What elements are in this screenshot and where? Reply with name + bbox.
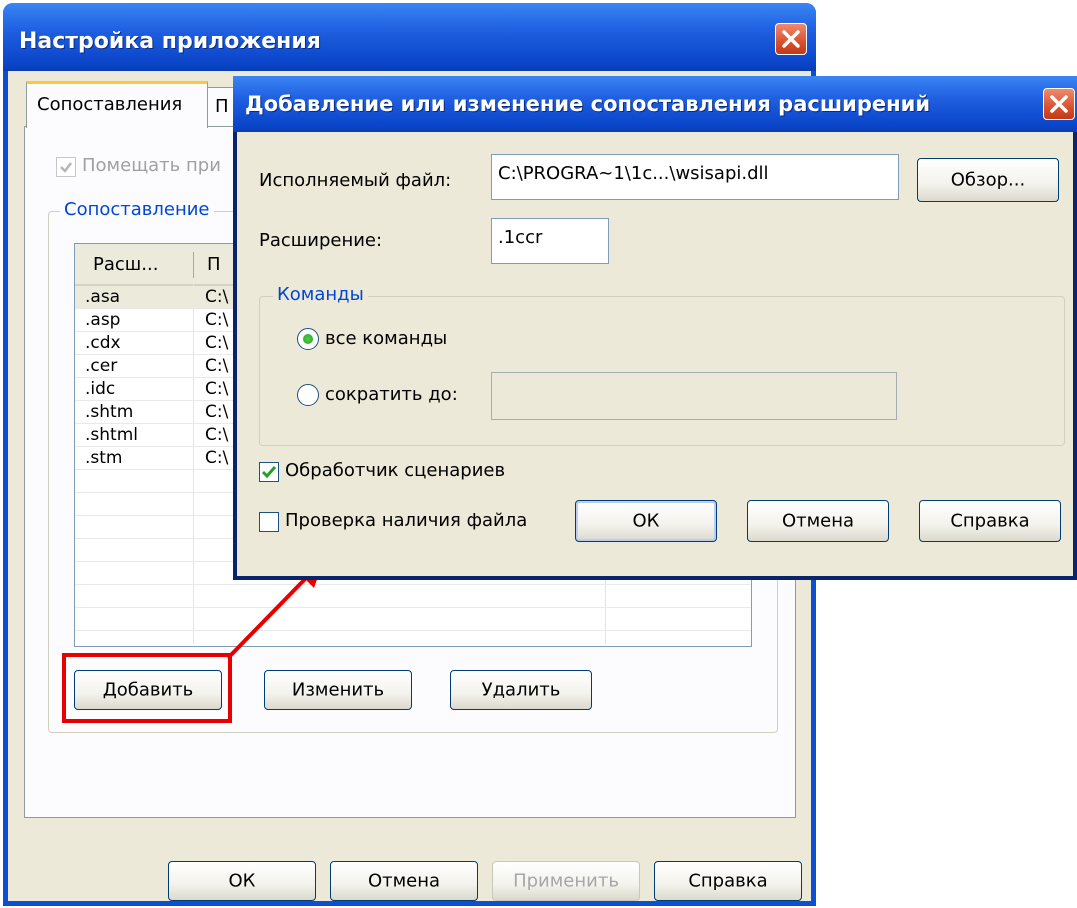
radio-all-commands-label: все команды bbox=[325, 328, 448, 349]
check-file-label: Проверка наличия файла bbox=[285, 510, 528, 531]
check-icon bbox=[261, 466, 277, 479]
radio-limit-to-label: сократить до: bbox=[325, 384, 458, 405]
exec-file-value: C:\PROGRA~1\1c...\wsisapi.dll bbox=[498, 163, 769, 184]
radio-limit-to[interactable] bbox=[297, 384, 319, 406]
extension-input[interactable]: .1ccr bbox=[491, 218, 609, 264]
dialog-ok-button[interactable]: ОК bbox=[575, 500, 717, 542]
dialog-help-label: Справка bbox=[950, 510, 1030, 532]
dialog-help-button[interactable]: Справка bbox=[919, 500, 1061, 542]
dialog-title: Добавление или изменение сопоставления р… bbox=[245, 92, 931, 116]
close-icon bbox=[1050, 95, 1068, 113]
dialog-body: Исполняемый файл: C:\PROGRA~1\1c...\wsis… bbox=[237, 132, 1073, 576]
radio-selected-dot bbox=[303, 334, 313, 344]
extension-value: .1ccr bbox=[498, 227, 543, 248]
tab-mappings-label: Сопоставления bbox=[37, 94, 183, 115]
script-handler-checkbox[interactable] bbox=[259, 462, 279, 482]
browse-button[interactable]: Обзор... bbox=[917, 158, 1059, 202]
commands-group-label: Команды bbox=[273, 284, 368, 305]
dialog-cancel-label: Отмена bbox=[781, 510, 855, 532]
check-file-checkbox[interactable] bbox=[259, 512, 279, 532]
exec-file-input[interactable]: C:\PROGRA~1\1c...\wsisapi.dll bbox=[491, 154, 899, 200]
script-handler-label: Обработчик сценариев bbox=[285, 460, 506, 481]
tab-mappings[interactable]: Сопоставления bbox=[26, 81, 208, 128]
dialog-ok-label: ОК bbox=[632, 510, 660, 532]
dialog-title-bar[interactable]: Добавление или изменение сопоставления р… bbox=[233, 76, 1077, 132]
radio-all-commands[interactable] bbox=[297, 328, 319, 350]
dialog-close-button[interactable] bbox=[1043, 88, 1075, 120]
dialog-cancel-button[interactable]: Отмена bbox=[747, 500, 889, 542]
limit-verbs-input[interactable] bbox=[491, 372, 897, 420]
exec-file-label: Исполняемый файл: bbox=[259, 170, 452, 191]
browse-button-label: Обзор... bbox=[950, 169, 1026, 191]
commands-group bbox=[259, 296, 1065, 446]
edit-mapping-dialog: Добавление или изменение сопоставления р… bbox=[233, 76, 1077, 580]
extension-label: Расширение: bbox=[259, 230, 383, 251]
